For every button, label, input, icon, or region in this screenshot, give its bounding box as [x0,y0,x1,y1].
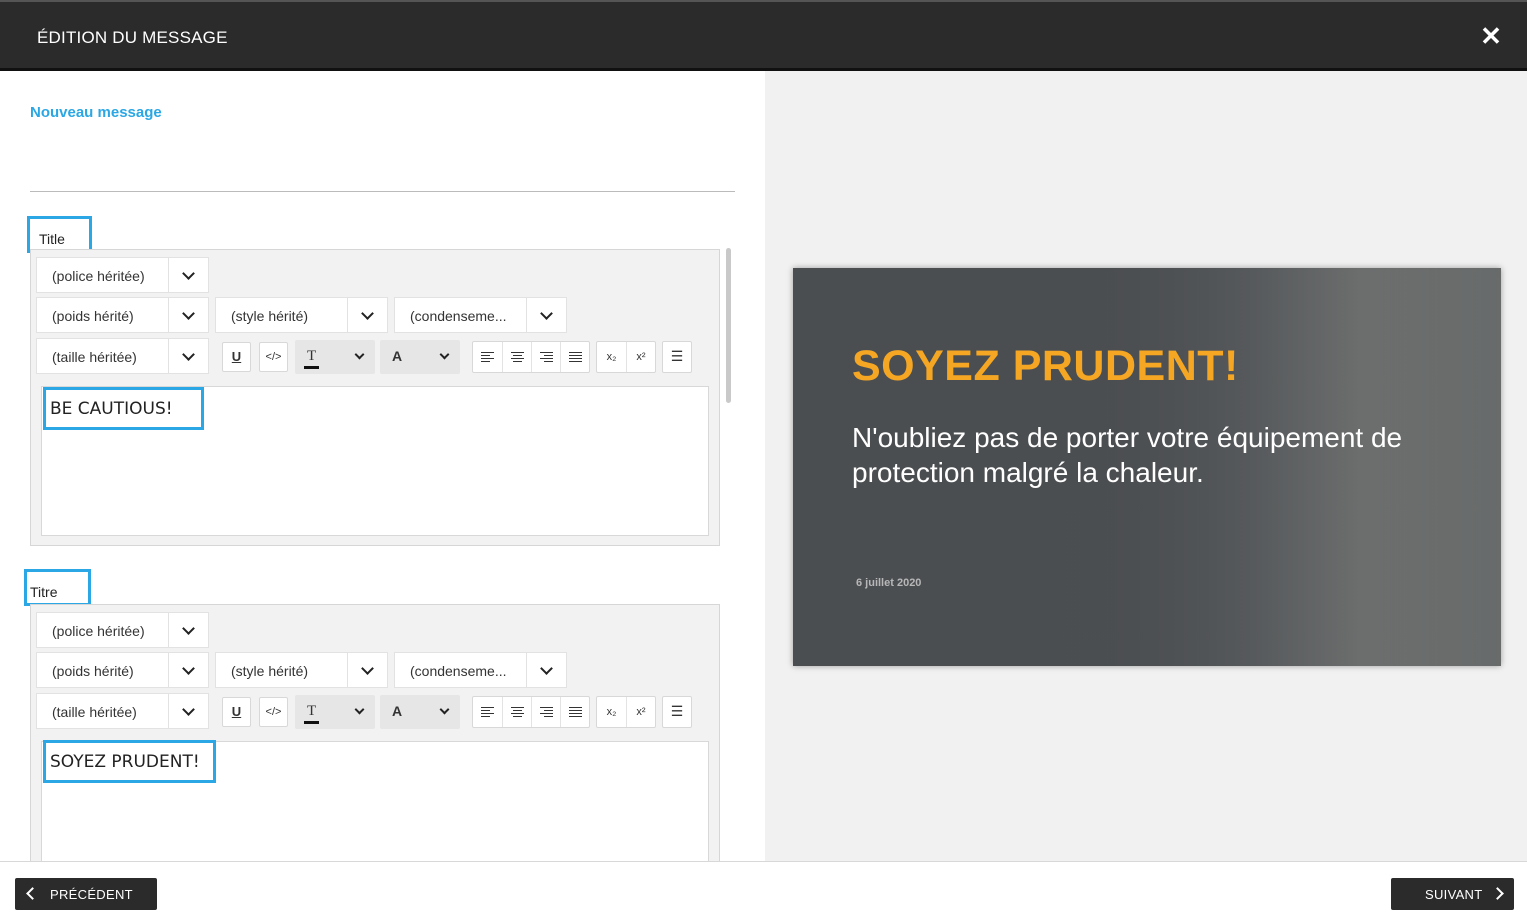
scrollbar-thumb[interactable] [726,248,731,403]
message-preview: SOYEZ PRUDENT! N'oubliez pas de porter v… [793,268,1501,666]
script-group: x₂ x² [596,696,656,728]
next-button[interactable]: SUIVANT [1391,878,1514,910]
chevron-down-icon [168,258,208,292]
background-color-button[interactable]: A [380,695,460,729]
field-label-titre: Titre [30,584,58,600]
font-select[interactable]: (police héritée) [36,257,209,293]
chevron-down-icon [439,349,450,360]
chevron-right-icon [1491,887,1504,900]
chevron-down-icon [347,653,387,687]
preview-title: SOYEZ PRUDENT! [852,342,1239,390]
condensed-select[interactable]: (condenseme... [394,652,567,688]
divider [30,191,735,192]
preview-panel: SOYEZ PRUDENT! N'oubliez pas de porter v… [765,71,1527,861]
condensed-select[interactable]: (condenseme... [394,297,567,333]
chevron-down-icon [168,613,208,647]
align-justify-icon[interactable] [560,697,589,727]
dialog-title: ÉDITION DU MESSAGE [37,28,228,47]
chevron-down-icon [526,653,566,687]
dialog-header: ÉDITION DU MESSAGE ✕ [0,0,1527,71]
code-button[interactable]: </> [259,697,288,727]
script-group: x₂ x² [596,341,656,373]
code-button[interactable]: </> [259,342,288,372]
previous-button[interactable]: PRÉCÉDENT [15,878,157,910]
chevron-down-icon [347,298,387,332]
highlight-box [43,387,204,430]
underline-button[interactable]: U [222,697,251,727]
align-justify-icon[interactable] [560,342,589,372]
text-color-button[interactable]: T [295,340,375,374]
superscript-button[interactable]: x² [626,342,655,372]
rich-text-editor-titre: (police héritée) (poids hérité) (style h… [30,604,720,861]
weight-select[interactable]: (poids hérité) [36,297,209,333]
align-center-icon[interactable] [502,342,531,372]
bullet-list-icon[interactable]: ☰ [662,341,692,373]
align-right-icon[interactable] [531,342,560,372]
align-group [472,341,590,373]
align-right-icon[interactable] [531,697,560,727]
background-color-button[interactable]: A [380,340,460,374]
align-center-icon[interactable] [502,697,531,727]
chevron-down-icon [168,339,208,373]
font-select[interactable]: (police héritée) [36,612,209,648]
chevron-down-icon [168,298,208,332]
chevron-down-icon [168,653,208,687]
chevron-left-icon [26,887,39,900]
align-group [472,696,590,728]
close-icon[interactable]: ✕ [1479,22,1503,50]
align-left-icon[interactable] [473,697,502,727]
chevron-down-icon [526,298,566,332]
chevron-down-icon [354,349,365,360]
bullet-list-icon[interactable]: ☰ [662,696,692,728]
size-select[interactable]: (taille héritée) [36,693,209,729]
underline-button[interactable]: U [222,342,251,372]
preview-subtitle: N'oubliez pas de porter votre équipement… [852,422,1403,488]
editor-panel: Nouveau message Title (police héritée) (… [0,71,765,861]
subscript-button[interactable]: x₂ [597,342,626,372]
weight-select[interactable]: (poids hérité) [36,652,209,688]
size-select[interactable]: (taille héritée) [36,338,209,374]
style-select[interactable]: (style hérité) [215,652,388,688]
chevron-down-icon [168,694,208,728]
highlight-box [43,740,216,783]
preview-date: 6 juillet 2020 [856,577,922,589]
text-color-button[interactable]: T [295,695,375,729]
chevron-down-icon [354,704,365,715]
superscript-button[interactable]: x² [626,697,655,727]
field-label-title: Title [39,231,65,247]
subscript-button[interactable]: x₂ [597,697,626,727]
section-title: Nouveau message [30,104,162,121]
dialog-footer: PRÉCÉDENT SUIVANT [0,861,1527,922]
style-select[interactable]: (style hérité) [215,297,388,333]
chevron-down-icon [439,704,450,715]
align-left-icon[interactable] [473,342,502,372]
